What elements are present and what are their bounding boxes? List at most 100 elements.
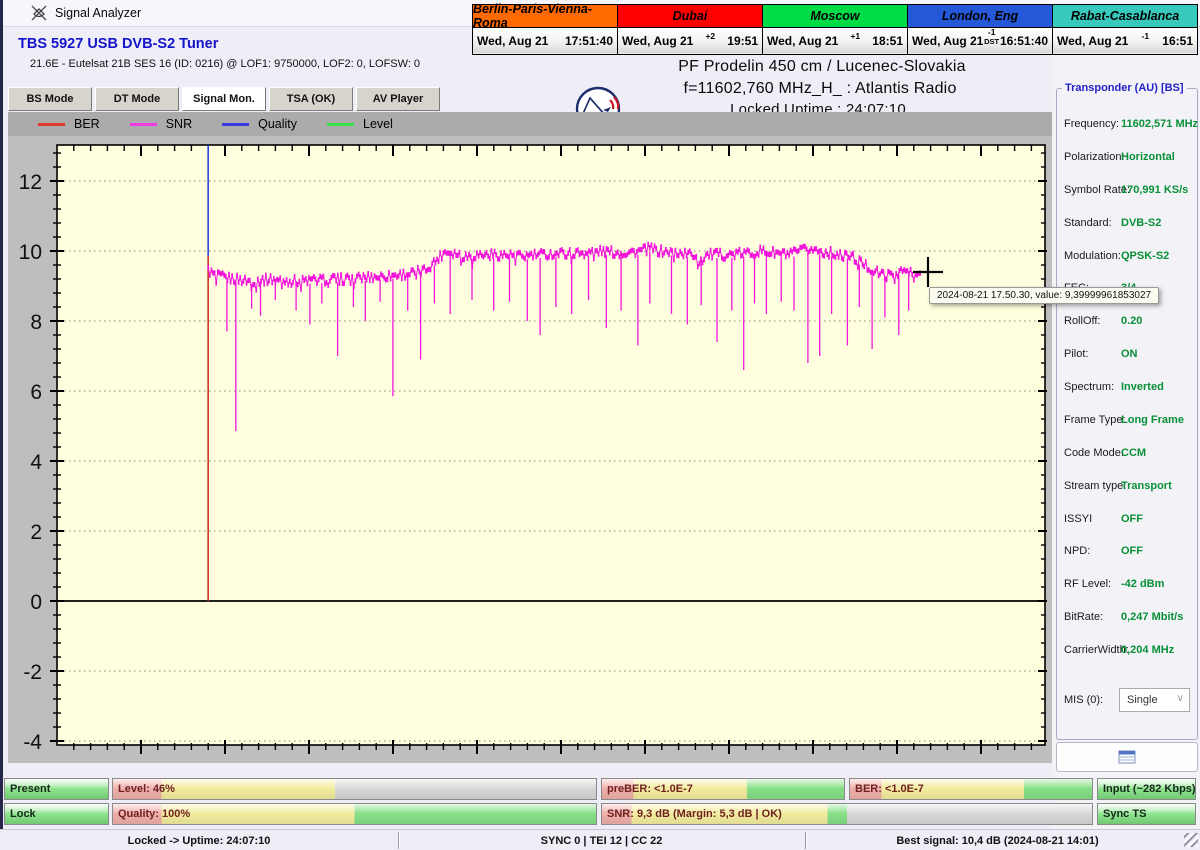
field-label: Pilot:: [1064, 348, 1088, 360]
field-label: Standard:: [1064, 217, 1112, 229]
legend-label: BER: [74, 117, 100, 131]
meter-label: Lock: [5, 808, 36, 820]
statusbar-divider: [805, 832, 806, 849]
mis-label: MIS (0):: [1064, 694, 1103, 706]
field-label: RollOff:: [1064, 315, 1100, 327]
statusbar-section-2: Best signal: 10,4 dB (2024-08-21 14:01): [805, 830, 1190, 850]
tab-av-player[interactable]: AV Player: [356, 87, 440, 111]
signal-meters-row-1: Present Level: 46% preBER: <1.0E-7 BER: <1.…: [0, 778, 1200, 800]
field-value: Horizontal: [1121, 151, 1175, 163]
meter-ber: BER: <1.0E-7: [849, 778, 1093, 800]
clock-city: Dubai: [618, 5, 762, 28]
clock-4: Rabat-Casablanca Wed, Aug 21 -1 16:51: [1053, 5, 1197, 54]
svg-text:12: 12: [19, 171, 42, 194]
window-left-border: [0, 0, 3, 850]
clock-city: Berlin-Paris-Vienna-Roma: [473, 5, 617, 28]
legend-label: Quality: [258, 117, 297, 131]
field-value: Inverted: [1121, 381, 1164, 393]
chevron-down-icon: ∨: [1177, 693, 1184, 704]
clock-time: Wed, Aug 21 -1 16:51: [1053, 28, 1197, 53]
clock-hms: 19:51: [727, 34, 758, 48]
field-value: DVB-S2: [1121, 217, 1161, 229]
field-label: Polarization:: [1064, 151, 1125, 163]
field-value: OFF: [1121, 545, 1143, 557]
field-value: 11602,571 MHz: [1121, 118, 1198, 130]
tuner-details: 21.6E - Eutelsat 21B SES 16 (ID: 0216) @…: [30, 58, 420, 70]
chart-legend: BER SNR Quality Level: [8, 112, 1052, 136]
clock-city: Moscow: [763, 5, 907, 28]
clock-utc-offset: -1DST: [983, 28, 1000, 45]
legend-item-snr: SNR: [130, 117, 192, 131]
mode-tabs: BS ModeDT ModeSignal Mon.TSA (OK)AV Play…: [8, 87, 440, 111]
clock-time: Wed, Aug 2117:51:40: [473, 28, 617, 53]
offset-sup: +1: [850, 31, 860, 41]
transport-analyzer-button[interactable]: [1056, 742, 1198, 772]
legend-item-ber: BER: [38, 117, 100, 131]
statusbar-section-1: SYNC 0 | TEI 12 | CC 22: [398, 830, 805, 850]
field-label: ISSYI: [1064, 513, 1092, 525]
field-value: Transport: [1121, 480, 1172, 492]
signal-meters-row-2: Lock Quality: 100% SNR: 9,3 dB (Margin: 5,…: [0, 803, 1200, 825]
meter-label: Level: 46%: [113, 783, 175, 795]
field-value: ON: [1121, 348, 1138, 360]
clock-hms: 16:51: [1162, 34, 1193, 48]
statusbar-section-0: Locked -> Uptime: 24:07:10: [0, 830, 398, 850]
meter-label: BER: <1.0E-7: [850, 783, 924, 795]
field-value: -42 dBm: [1121, 578, 1164, 590]
indicator-present: Present: [4, 778, 109, 800]
tab-bs-mode[interactable]: BS Mode: [8, 87, 92, 111]
status-bar: Locked -> Uptime: 24:07:10SYNC 0 | TEI 1…: [0, 829, 1200, 850]
clock-city: Rabat-Casablanca: [1053, 5, 1197, 28]
clock-0: Berlin-Paris-Vienna-RomaWed, Aug 2117:51…: [473, 5, 618, 54]
clock-city: London, Eng: [908, 5, 1052, 28]
offset-sup: -1: [988, 27, 996, 37]
field-label: CarrierWidth:: [1064, 644, 1129, 656]
clock-3: London, EngWed, Aug 21-1DST16:51:40: [908, 5, 1053, 54]
field-value: QPSK-S2: [1121, 250, 1169, 262]
tab-tsa-ok-[interactable]: TSA (OK): [269, 87, 353, 111]
meter-label: Present: [5, 783, 50, 795]
svg-text:8: 8: [30, 311, 42, 334]
field-label: BitRate:: [1064, 611, 1103, 623]
offset-sub: DST: [983, 38, 1000, 46]
tab-dt-mode[interactable]: DT Mode: [95, 87, 179, 111]
offset-sup: -1: [1142, 31, 1150, 41]
meter-label: SNR: 9,3 dB (Margin: 5,3 dB | OK): [602, 808, 782, 820]
field-value: 0,204 MHz: [1121, 644, 1174, 656]
signal-analyzer-window: Signal Analyzer Berlin-Paris-Vienna-Roma…: [0, 0, 1200, 850]
clock-utc-offset: +2: [693, 32, 727, 41]
transponder-title: Transponder (AU) [BS]: [1062, 82, 1187, 94]
clock-date: Wed, Aug 21: [477, 34, 548, 48]
clock-hms: 16:51:40: [1000, 34, 1048, 48]
field-label: Stream type:: [1064, 480, 1126, 492]
snr-chart[interactable]: -4-2024681012: [8, 136, 1052, 763]
legend-label: Level: [363, 117, 393, 131]
svg-text:-2: -2: [23, 661, 42, 684]
svg-text:10: 10: [19, 241, 42, 264]
clock-date: Wed, Aug 21: [1057, 34, 1128, 48]
clock-time: Wed, Aug 21+118:51: [763, 28, 907, 53]
clock-utc-offset: +1: [838, 32, 872, 41]
table-icon: [1118, 750, 1136, 764]
indicator-sync-ts: Sync TS: [1097, 803, 1196, 825]
satellite-dish-icon: [31, 5, 48, 21]
meter-label: preBER: <1.0E-7: [602, 783, 693, 795]
datapoint-tooltip: 2024-08-21 17.50.30, value: 9,3999996185…: [929, 287, 1159, 304]
svg-text:0: 0: [30, 591, 42, 614]
meter-label: Sync TS: [1098, 808, 1146, 820]
meter-quality: Quality: 100%: [112, 803, 597, 825]
field-value: 0,247 Mbit/s: [1121, 611, 1183, 623]
indicator-input-282-kbps-: Input (~282 Kbps): [1097, 778, 1196, 800]
field-label: Spectrum:: [1064, 381, 1114, 393]
tab-signal-mon-[interactable]: Signal Mon.: [182, 87, 266, 111]
chart-canvas: -4-2024681012: [8, 136, 1052, 763]
svg-text:2: 2: [30, 521, 42, 544]
mis-dropdown[interactable]: Single ∨: [1119, 688, 1190, 712]
clock-date: Wed, Aug 21: [767, 34, 838, 48]
meter-snr: SNR: 9,3 dB (Margin: 5,3 dB | OK): [601, 803, 1093, 825]
svg-text:4: 4: [30, 451, 42, 474]
mis-value: Single: [1127, 694, 1158, 706]
field-value: 0.20: [1121, 315, 1142, 327]
field-value: Long Frame: [1121, 414, 1184, 426]
field-value: OFF: [1121, 513, 1143, 525]
